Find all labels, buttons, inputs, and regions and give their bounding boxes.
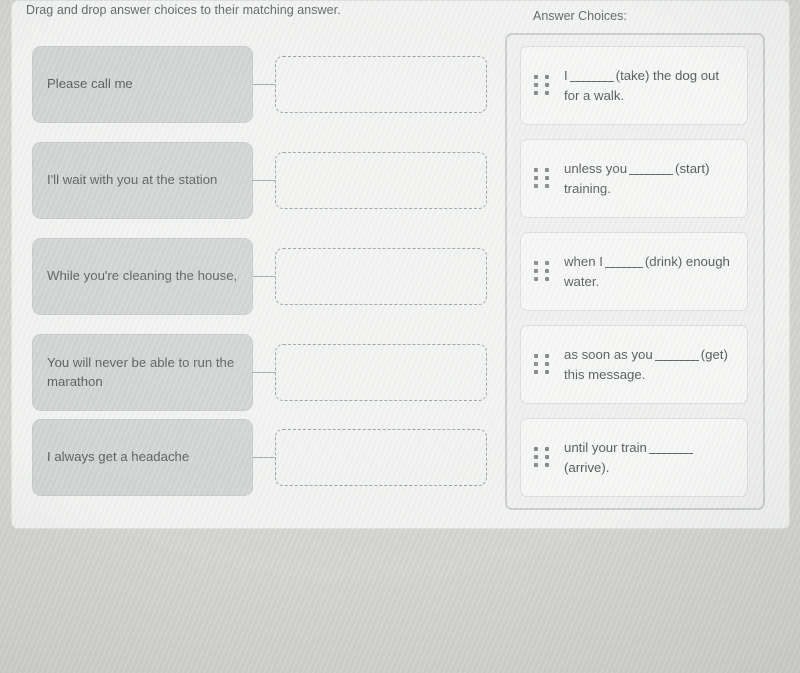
connector-line [253,84,275,85]
answer-choices-panel: I (take) the dog out for a walk. unless y… [505,33,765,510]
prompt-box-4: You will never be able to run the marath… [32,334,253,411]
drop-zone-5[interactable] [275,429,487,486]
drag-handle-dots-icon[interactable] [534,447,556,468]
blank-line [654,359,699,361]
drop-zone-2[interactable] [275,152,487,209]
choice-text-before: unless you [564,160,628,176]
prompt-text: I always get a headache [47,449,190,465]
prompt-text: While you're cleaning the house, [47,268,238,284]
connector-line [253,457,275,458]
answer-choices-heading: Answer Choices: [533,9,627,23]
matching-area: Please call me I'll wait with you at the… [12,1,532,530]
choice-text-before: as soon as you [564,346,653,362]
answer-choice-text: unless you (start) training. [564,159,747,199]
match-row: While you're cleaning the house, [32,238,512,315]
match-row: I'll wait with you at the station [32,142,512,219]
choice-text-before: when I [564,253,603,269]
prompt-box-2: I'll wait with you at the station [32,142,253,219]
drop-zone-3[interactable] [275,248,487,305]
match-row: Please call me [32,46,512,123]
prompt-text: Please call me [47,76,133,92]
blank-line [648,452,693,454]
prompt-box-1: Please call me [32,46,253,123]
answer-choice-1[interactable]: I (take) the dog out for a walk. [520,46,748,125]
drop-zone-4[interactable] [275,344,487,401]
choice-text-after: (arrive). [564,459,610,475]
answer-choice-3[interactable]: when I (drink) enough water. [520,232,748,311]
answer-choice-4[interactable]: as soon as you (get) this message. [520,325,748,404]
prompt-text: I'll wait with you at the station [47,172,218,188]
prompt-box-3: While you're cleaning the house, [32,238,253,315]
answer-choice-text: until your train (arrive). [564,438,747,478]
answer-choice-text: I (take) the dog out for a walk. [564,66,747,106]
drag-handle-dots-icon[interactable] [534,75,556,96]
prompt-box-5: I always get a headache [32,419,253,496]
blank-line [569,80,614,82]
blank-line [629,173,674,175]
blank-line [604,266,643,268]
drag-handle-dots-icon[interactable] [534,354,556,375]
drag-handle-dots-icon[interactable] [534,168,556,189]
answer-choice-5[interactable]: until your train (arrive). [520,418,748,497]
connector-line [253,276,275,277]
answer-choice-text: when I (drink) enough water. [564,252,747,292]
prompt-text: You will never be able to run the marath… [47,355,235,389]
match-row: I always get a headache [32,419,512,496]
match-row: You will never be able to run the marath… [32,334,512,411]
connector-line [253,372,275,373]
choice-text-before: I [564,67,568,83]
answer-choice-text: as soon as you (get) this message. [564,345,747,385]
drag-handle-dots-icon[interactable] [534,261,556,282]
drop-zone-1[interactable] [275,56,487,113]
connector-line [253,180,275,181]
choice-text-after: (take) the dog out for a walk. [564,67,720,103]
answer-choice-2[interactable]: unless you (start) training. [520,139,748,218]
choice-text-before: until your train [564,439,647,455]
